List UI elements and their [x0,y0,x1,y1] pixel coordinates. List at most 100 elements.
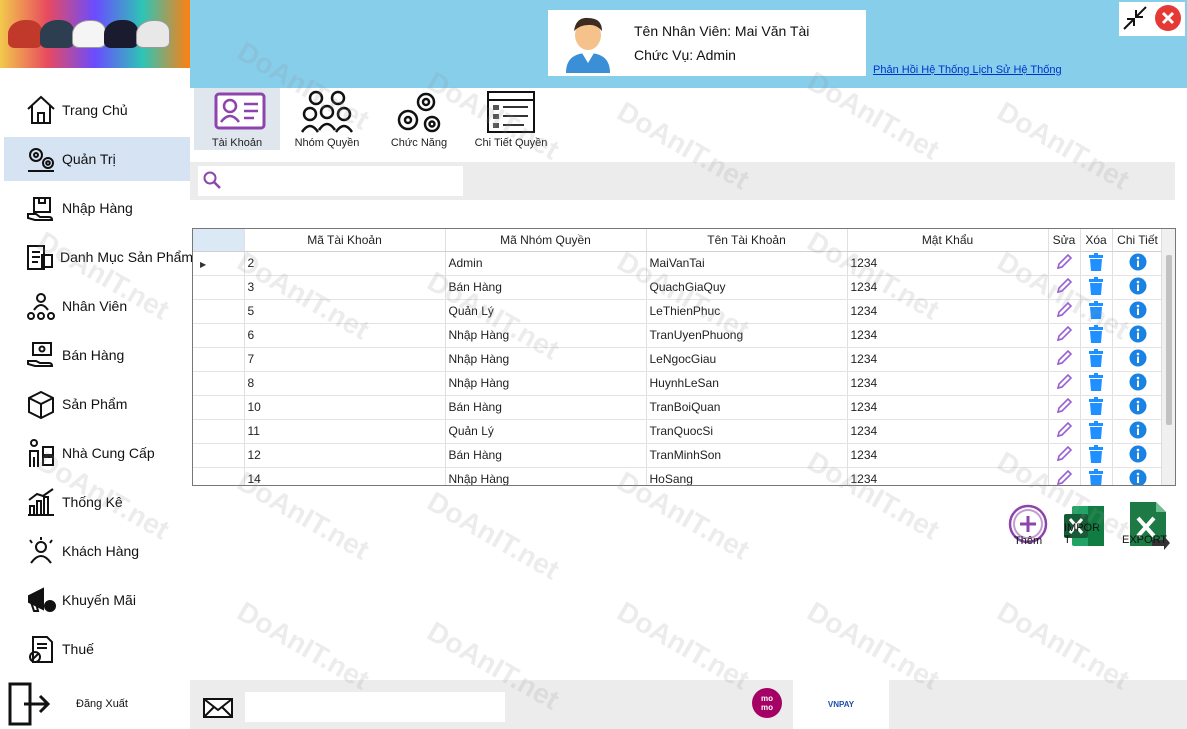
sidebar-item-3[interactable]: Danh Mục Sản Phẩm [4,235,193,279]
sidebar-item-2[interactable]: Nhập Hàng [4,186,190,230]
edit-pencil-icon[interactable] [1048,251,1081,276]
delete-trash-icon[interactable] [1080,275,1113,300]
edit-pencil-icon[interactable] [1048,275,1081,300]
row-header[interactable] [193,443,245,468]
cell-group-id[interactable]: Nhập Hàng [445,467,647,485]
table-row[interactable]: 7 Nhập Hàng LeNgocGiau 1234 [193,347,1164,372]
sidebar-item-6[interactable]: Sản Phẩm [4,382,190,426]
cell-account-name[interactable]: MaiVanTai [646,251,848,276]
table-row[interactable]: ▶ 2 Admin MaiVanTai 1234 [193,251,1164,276]
cell-group-id[interactable]: Quản Lý [445,419,647,444]
row-header[interactable]: ▶ [193,251,245,276]
edit-pencil-icon[interactable] [1048,323,1081,348]
table-row[interactable]: 12 Bán Hàng TranMinhSon 1234 [193,443,1164,468]
sidebar-item-7[interactable]: Nhà Cung Cấp [4,431,190,475]
row-header[interactable] [193,299,245,324]
cell-password[interactable]: 1234 [847,299,1049,324]
info-icon[interactable] [1112,371,1164,396]
cell-account-id[interactable]: 3 [244,275,446,300]
cell-account-name[interactable]: LeNgocGiau [646,347,848,372]
cell-password[interactable]: 1234 [847,371,1049,396]
vnpay-payment-button[interactable]: VNPAY [793,680,889,729]
cell-account-name[interactable]: TranUyenPhuong [646,323,848,348]
cell-account-name[interactable]: TranBoiQuan [646,395,848,420]
delete-trash-icon[interactable] [1080,251,1113,276]
column-header-delete[interactable]: Xóa [1080,229,1113,252]
table-row[interactable]: 10 Bán Hàng TranBoiQuan 1234 [193,395,1164,420]
row-header[interactable] [193,275,245,300]
cell-account-id[interactable]: 11 [244,419,446,444]
info-icon[interactable] [1112,275,1164,300]
tab-account[interactable]: Tài Khoản [194,88,280,150]
info-icon[interactable] [1112,395,1164,420]
table-row[interactable]: 14 Nhập Hàng HoSang 1234 [193,467,1164,485]
table-row[interactable]: 11 Quản Lý TranQuocSi 1234 [193,419,1164,444]
edit-pencil-icon[interactable] [1048,467,1081,485]
sidebar-item-0[interactable]: Trang Chủ [4,88,190,132]
column-header-password[interactable]: Mật Khẩu [847,229,1049,252]
cell-group-id[interactable]: Nhập Hàng [445,371,647,396]
info-icon[interactable] [1112,251,1164,276]
cell-account-id[interactable]: 14 [244,467,446,485]
cell-account-id[interactable]: 5 [244,299,446,324]
cell-password[interactable]: 1234 [847,443,1049,468]
column-header-account-name[interactable]: Tên Tài Khoản [646,229,848,252]
delete-trash-icon[interactable] [1080,443,1113,468]
row-header[interactable] [193,323,245,348]
cell-group-id[interactable]: Admin [445,251,647,276]
close-icon[interactable] [1154,4,1182,35]
cell-account-name[interactable]: HoSang [646,467,848,485]
cell-account-name[interactable]: TranMinhSon [646,443,848,468]
cell-password[interactable]: 1234 [847,323,1049,348]
cell-account-name[interactable]: QuachGiaQuy [646,275,848,300]
row-header[interactable] [193,395,245,420]
minimize-window-icon[interactable] [1122,5,1148,34]
cell-password[interactable]: 1234 [847,419,1049,444]
cell-password[interactable]: 1234 [847,395,1049,420]
cell-group-id[interactable]: Nhập Hàng [445,323,647,348]
delete-trash-icon[interactable] [1080,419,1113,444]
sidebar-item-11[interactable]: Thuế [4,627,190,671]
info-icon[interactable] [1112,299,1164,324]
info-icon[interactable] [1112,323,1164,348]
cell-password[interactable]: 1234 [847,347,1049,372]
sidebar-item-5[interactable]: Bán Hàng [4,333,190,377]
sidebar-item-8[interactable]: Thống Kê [4,480,190,524]
cell-account-id[interactable]: 2 [244,251,446,276]
edit-pencil-icon[interactable] [1048,371,1081,396]
logout-button[interactable]: Đăng Xuất [4,680,190,728]
sidebar-item-9[interactable]: Khách Hàng [4,529,190,573]
cell-account-id[interactable]: 7 [244,347,446,372]
momo-payment-button[interactable]: mo mo [752,688,782,718]
sidebar-item-1[interactable]: Quản Trị [4,137,190,181]
cell-account-name[interactable]: LeThienPhuc [646,299,848,324]
cell-group-id[interactable]: Bán Hàng [445,275,647,300]
cell-account-name[interactable]: HuynhLeSan [646,371,848,396]
row-header[interactable] [193,419,245,444]
row-header[interactable] [193,467,245,485]
info-icon[interactable] [1112,347,1164,372]
edit-pencil-icon[interactable] [1048,299,1081,324]
edit-pencil-icon[interactable] [1048,443,1081,468]
cell-group-id[interactable]: Quản Lý [445,299,647,324]
import-button[interactable]: IMPOR T [1062,500,1112,552]
info-icon[interactable] [1112,419,1164,444]
edit-pencil-icon[interactable] [1048,347,1081,372]
sidebar-item-4[interactable]: Nhân Viên [4,284,190,328]
row-header[interactable] [193,347,245,372]
tab-permission-detail[interactable]: Chi Tiết Quyền [468,88,554,150]
tab-function[interactable]: Chức Năng [376,88,462,150]
edit-pencil-icon[interactable] [1048,395,1081,420]
cell-password[interactable]: 1234 [847,467,1049,485]
delete-trash-icon[interactable] [1080,467,1113,485]
column-header-account-id[interactable]: Mã Tài Khoản [244,229,446,252]
scrollbar-thumb[interactable] [1166,255,1172,425]
cell-group-id[interactable]: Nhập Hàng [445,347,647,372]
cell-password[interactable]: 1234 [847,275,1049,300]
delete-trash-icon[interactable] [1080,299,1113,324]
message-input[interactable] [245,692,505,722]
table-row[interactable]: 5 Quản Lý LeThienPhuc 1234 [193,299,1164,324]
cell-account-id[interactable]: 8 [244,371,446,396]
info-icon[interactable] [1112,467,1164,485]
tab-group[interactable]: Nhóm Quyền [284,88,370,150]
